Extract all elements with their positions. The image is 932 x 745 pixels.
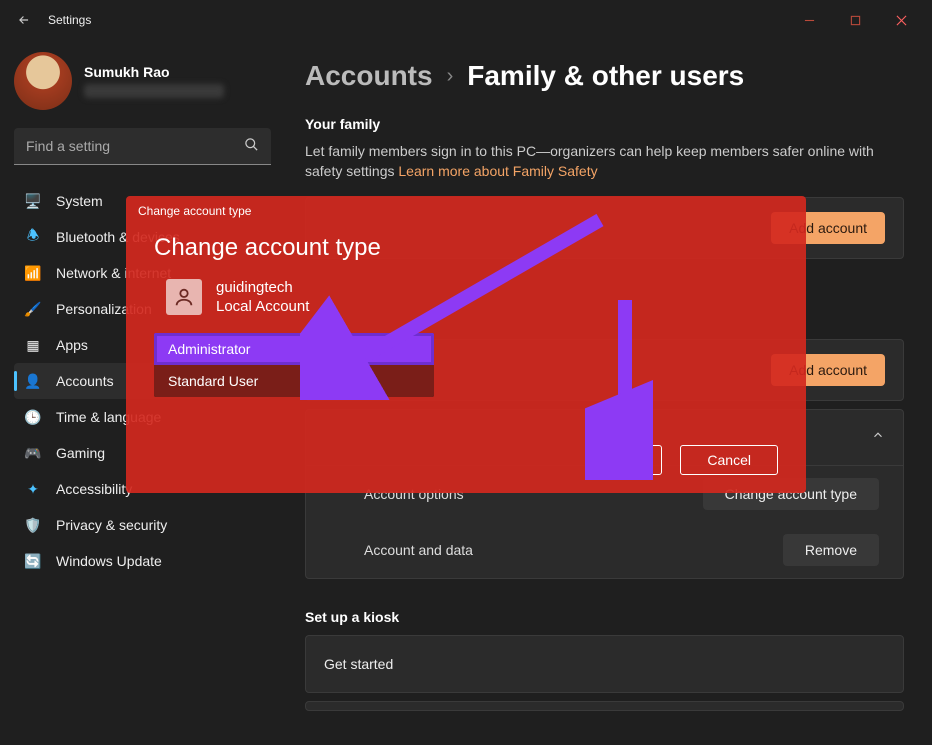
- search-input[interactable]: [14, 128, 271, 165]
- avatar: [14, 52, 72, 110]
- close-button[interactable]: [878, 4, 924, 36]
- additional-card: [305, 701, 904, 711]
- window-title: Settings: [48, 13, 91, 27]
- sidebar-item-windows-update[interactable]: 🔄 Windows Update: [14, 543, 271, 579]
- dropdown-option-standard-user[interactable]: Standard User: [154, 365, 434, 397]
- sidebar-item-label: Accounts: [56, 373, 114, 389]
- gamepad-icon: 🎮: [24, 444, 42, 462]
- sidebar-item-label: Accessibility: [56, 481, 132, 497]
- remove-account-button[interactable]: Remove: [783, 534, 879, 566]
- user-profile[interactable]: Sumukh Rao: [14, 52, 271, 110]
- breadcrumb: Accounts › Family & other users: [305, 60, 904, 92]
- user-email-redacted: [84, 84, 224, 98]
- cancel-button[interactable]: Cancel: [680, 445, 778, 475]
- window-controls: [786, 4, 924, 36]
- page-title: Family & other users: [467, 60, 744, 92]
- dialog-heading: Change account type: [126, 226, 806, 278]
- change-account-type-dialog: Change account type Change account type …: [126, 196, 806, 493]
- accessibility-icon: ✦: [24, 480, 42, 498]
- ok-button[interactable]: OK: [588, 445, 662, 475]
- sidebar-item-label: System: [56, 193, 103, 209]
- user-name: Sumukh Rao: [84, 64, 224, 80]
- family-safety-link[interactable]: Learn more about Family Safety: [398, 163, 597, 179]
- search-box[interactable]: [14, 128, 271, 165]
- kiosk-card-label: Get started: [324, 656, 393, 672]
- kiosk-get-started-card[interactable]: Get started: [305, 635, 904, 693]
- account-data-row: Account and data Remove: [306, 522, 903, 578]
- brush-icon: 🖌️: [24, 300, 42, 318]
- dialog-account-type: Local Account: [216, 298, 309, 315]
- dialog-account-row: guidingtech Local Account: [126, 278, 806, 333]
- wifi-icon: 📶: [24, 264, 42, 282]
- sidebar-item-label: Privacy & security: [56, 517, 167, 533]
- dialog-account-name: guidingtech: [216, 278, 309, 298]
- titlebar: Settings: [0, 0, 932, 40]
- dropdown-option-administrator[interactable]: Administrator: [154, 333, 434, 365]
- section-heading-kiosk: Set up a kiosk: [305, 609, 904, 625]
- bluetooth-icon: 🕭: [24, 228, 42, 246]
- back-button[interactable]: [8, 4, 40, 36]
- person-icon: [166, 279, 202, 315]
- sidebar-item-privacy[interactable]: 🛡️ Privacy & security: [14, 507, 271, 543]
- section-heading-family: Your family: [305, 116, 904, 132]
- sidebar-item-label: Apps: [56, 337, 88, 353]
- person-icon: 👤: [24, 372, 42, 390]
- display-icon: 🖥️: [24, 192, 42, 210]
- dialog-titlebar: Change account type: [126, 196, 806, 226]
- update-icon: 🔄: [24, 552, 42, 570]
- account-type-dropdown[interactable]: Administrator Standard User: [154, 333, 434, 397]
- search-icon: [244, 137, 259, 157]
- breadcrumb-parent[interactable]: Accounts: [305, 60, 433, 92]
- apps-icon: ▦: [24, 336, 42, 354]
- chevron-up-icon: [871, 428, 885, 447]
- clock-globe-icon: 🕒: [24, 408, 42, 426]
- minimize-button[interactable]: [786, 4, 832, 36]
- account-data-label: Account and data: [364, 542, 473, 558]
- dialog-button-row: OK Cancel: [126, 397, 806, 475]
- family-description: Let family members sign in to this PC—or…: [305, 142, 904, 181]
- sidebar-item-label: Windows Update: [56, 553, 162, 569]
- shield-icon: 🛡️: [24, 516, 42, 534]
- sidebar-item-label: Gaming: [56, 445, 105, 461]
- chevron-right-icon: ›: [447, 65, 454, 88]
- maximize-button[interactable]: [832, 4, 878, 36]
